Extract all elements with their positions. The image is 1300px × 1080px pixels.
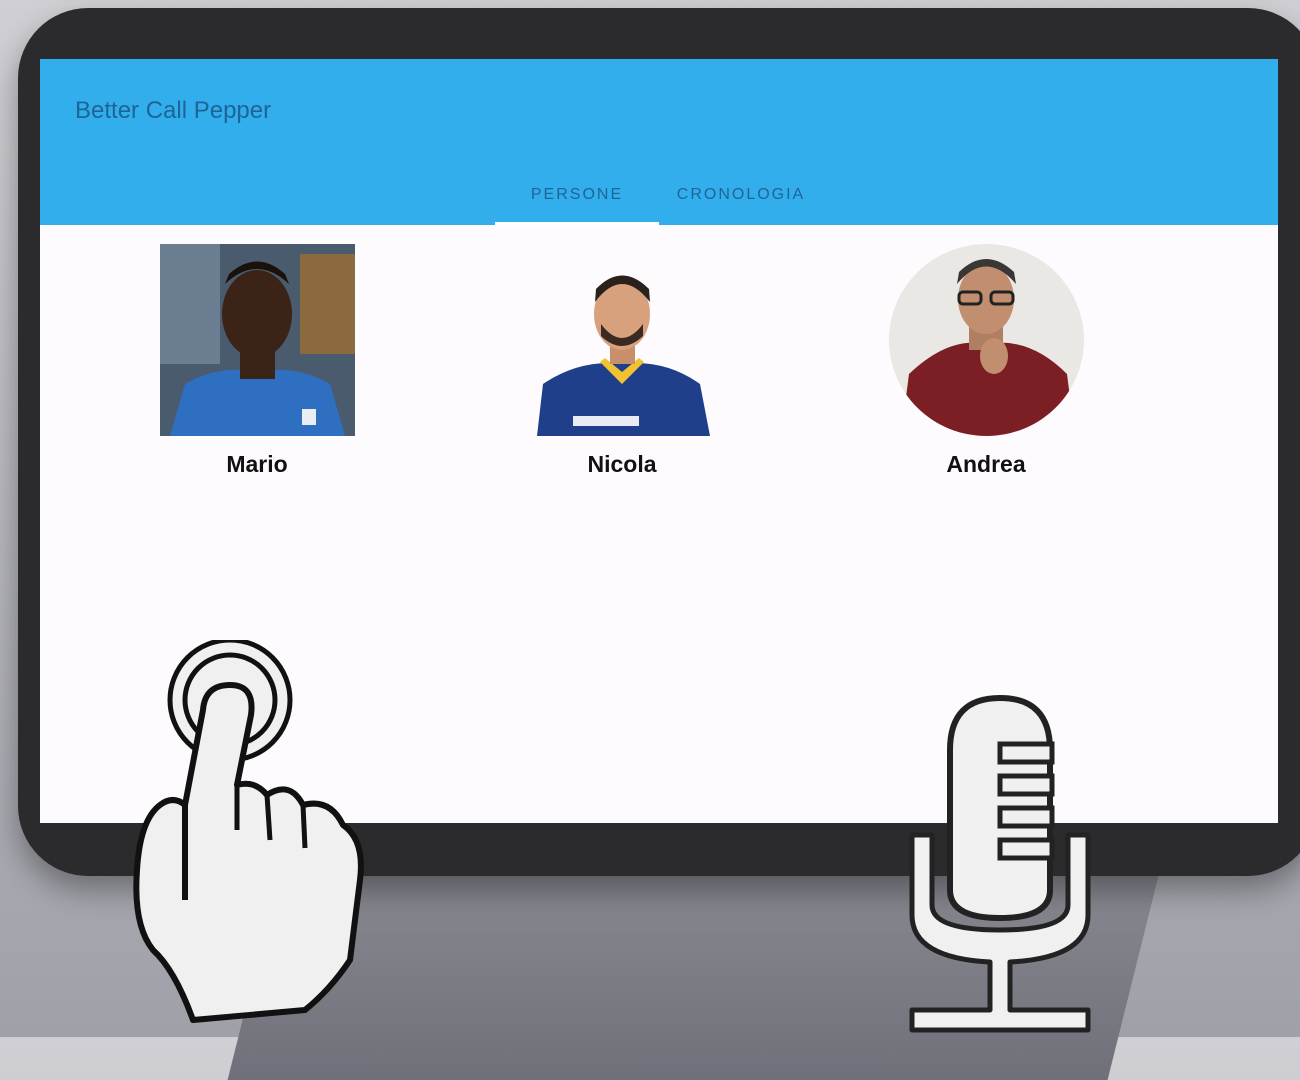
app-title: Better Call Pepper <box>75 97 272 124</box>
microphone-icon <box>900 690 1100 1040</box>
tab-persone[interactable]: PERSONE <box>495 165 659 225</box>
person-card-mario[interactable]: Mario <box>127 244 387 478</box>
touch-hand-icon <box>125 637 375 1037</box>
person-name-andrea: Andrea <box>946 451 1026 477</box>
person-name-nicola: Nicola <box>587 451 657 477</box>
person-card-nicola[interactable]: Nicola <box>492 244 752 478</box>
tab-bar: PERSONE CRONOLOGIA <box>495 165 823 225</box>
app-bar: Better Call Pepper PERSONE CRONOLOGIA <box>40 59 1278 225</box>
person-card-andrea[interactable]: Andrea <box>856 244 1116 478</box>
person-photo-nicola[interactable] <box>524 244 720 436</box>
person-photo-mario[interactable] <box>159 244 355 436</box>
person-photo-andrea[interactable] <box>888 244 1084 436</box>
tab-cronologia[interactable]: CRONOLOGIA <box>659 165 823 225</box>
person-name-mario: Mario <box>226 451 288 477</box>
